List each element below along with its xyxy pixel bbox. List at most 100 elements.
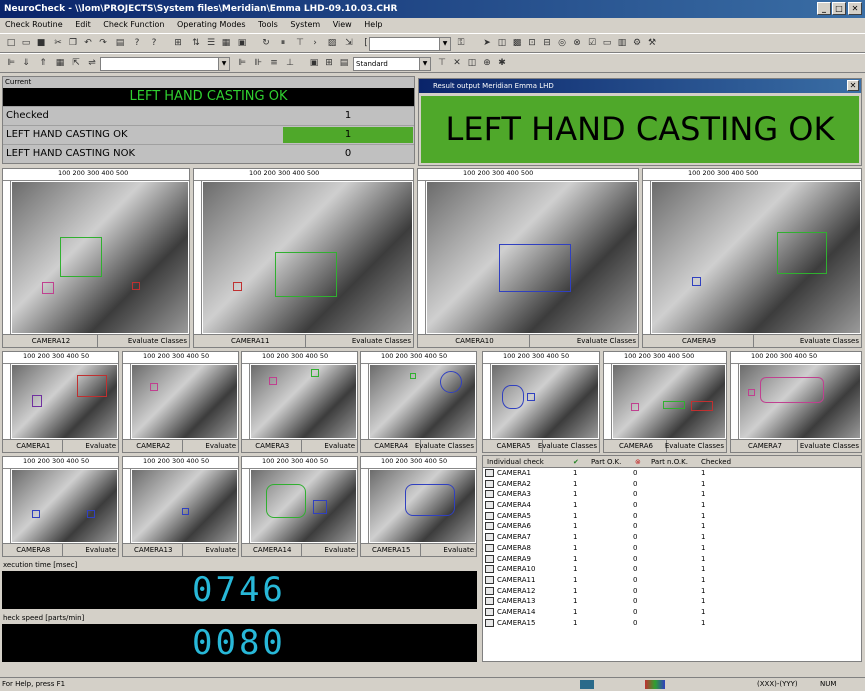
table-row[interactable]: CAMERA2 1 0 1	[483, 479, 861, 490]
col-part-ok[interactable]: Part O.K.	[591, 456, 621, 468]
camera-view[interactable]: 100 200 300 400 500 CAMERA10 Evaluate Cla…	[417, 168, 639, 348]
move-up-icon[interactable]: ⇑	[37, 57, 49, 69]
check-icon[interactable]: ☑	[586, 37, 598, 49]
chart-icon[interactable]: ▥	[616, 37, 628, 49]
pointer-icon[interactable]: ›	[309, 37, 321, 49]
new-icon[interactable]: □	[5, 37, 17, 49]
table-row[interactable]: CAMERA1 1 0 1	[483, 468, 861, 479]
table-row[interactable]: CAMERA9 1 0 1	[483, 554, 861, 565]
camera-view[interactable]: 100 200 300 400 50 CAMERA15 Evaluate	[360, 456, 477, 557]
camera-view[interactable]: 100 200 300 400 50 CAMERA4 Evaluate Class…	[360, 351, 477, 453]
table-row[interactable]: CAMERA6 1 0 1	[483, 521, 861, 532]
distribute-icon[interactable]: ⊪	[252, 57, 264, 69]
copy-icon[interactable]: ❐	[67, 37, 79, 49]
debug-icon[interactable]: ✱	[496, 57, 508, 69]
col-checked[interactable]: Checked	[701, 456, 731, 468]
grid-snap-icon[interactable]: ▦	[54, 57, 66, 69]
menu-view[interactable]: View	[328, 20, 357, 29]
pause-icon[interactable]: ⏸	[277, 37, 289, 49]
layer-icon[interactable]: ▣	[308, 57, 320, 69]
function-combo[interactable]: ▼	[369, 37, 451, 51]
arrow-cursor-icon[interactable]: ➤	[481, 37, 493, 49]
menu-check-function[interactable]: Check Function	[98, 20, 169, 29]
print-icon[interactable]: ▤	[114, 37, 126, 49]
camera-image[interactable]	[132, 365, 237, 438]
camera-image[interactable]	[12, 182, 188, 333]
stop-icon[interactable]: ⊗	[571, 37, 583, 49]
camera-view[interactable]: 100 200 300 400 500 CAMERA11 Evaluate Cla…	[193, 168, 414, 348]
menu-operating-modes[interactable]: Operating Modes	[172, 20, 251, 29]
table-row[interactable]: CAMERA10 1 0 1	[483, 564, 861, 575]
camera-config-icon[interactable]: ◫	[466, 57, 478, 69]
menu-check-routine[interactable]: Check Routine	[0, 20, 68, 29]
zoom-icon[interactable]: ⊡	[526, 37, 538, 49]
maximize-button[interactable]: □	[832, 2, 846, 15]
table-row[interactable]: CAMERA3 1 0 1	[483, 489, 861, 500]
align-icon[interactable]: ⊫	[236, 57, 248, 69]
camera-view[interactable]: 100 200 300 400 500 CAMERA9 Evaluate Clas…	[642, 168, 862, 348]
table-row[interactable]: CAMERA12 1 0 1	[483, 586, 861, 597]
camera-image[interactable]	[370, 470, 475, 542]
camera-view[interactable]: 100 200 300 400 500 CAMERA12 Evaluate Cla…	[2, 168, 190, 348]
spacing-icon[interactable]: ≡	[268, 57, 280, 69]
resize-icon[interactable]: ⇱	[70, 57, 82, 69]
save-icon[interactable]: ■	[35, 37, 47, 49]
camera-view[interactable]: 100 200 300 400 50 CAMERA3 Evaluate	[241, 351, 358, 453]
style-combo[interactable]: Standard ▼	[353, 57, 431, 71]
table-row[interactable]: CAMERA13 1 0 1	[483, 596, 861, 607]
camera-view[interactable]: 100 200 300 400 50 CAMERA1 Evaluate	[2, 351, 119, 453]
open-icon[interactable]: ▭	[20, 37, 32, 49]
chevron-down-icon[interactable]: ▼	[419, 58, 430, 70]
list-icon[interactable]: ☰	[205, 37, 217, 49]
camera-view[interactable]: 100 200 300 400 50 CAMERA14 Evaluate	[241, 456, 358, 557]
tools-icon[interactable]: ⚒	[646, 37, 658, 49]
camera-image[interactable]	[132, 470, 237, 542]
camera-view[interactable]: 100 200 300 400 50 CAMERA8 Evaluate	[2, 456, 119, 557]
menu-edit[interactable]: Edit	[70, 20, 96, 29]
camera-image[interactable]	[613, 365, 725, 438]
tree-icon[interactable]: ⊤	[294, 37, 306, 49]
col-individual-check[interactable]: Individual check	[487, 456, 544, 468]
cut-icon[interactable]: ✂	[52, 37, 64, 49]
camera-image[interactable]	[12, 470, 117, 542]
image-icon[interactable]: ▩	[511, 37, 523, 49]
size-icon[interactable]: ⊥	[284, 57, 296, 69]
refresh-icon[interactable]: ↻	[260, 37, 272, 49]
sort-icon[interactable]: ⇅	[190, 37, 202, 49]
table-row[interactable]: CAMERA11 1 0 1	[483, 575, 861, 586]
camera-image[interactable]	[492, 365, 598, 438]
window-icon[interactable]: ▣	[236, 37, 248, 49]
camera-image[interactable]	[12, 365, 117, 438]
menu-tools[interactable]: Tools	[253, 20, 283, 29]
camera-view[interactable]: 100 200 300 400 500 CAMERA6 Evaluate Clas…	[603, 351, 727, 453]
table-row[interactable]: CAMERA15 1 0 1	[483, 618, 861, 629]
camera-image[interactable]	[203, 182, 412, 333]
table-row[interactable]: CAMERA5 1 0 1	[483, 511, 861, 522]
result-close-button[interactable]: ✕	[847, 80, 859, 91]
grid-icon[interactable]: ▦	[220, 37, 232, 49]
camera-view[interactable]: 100 200 300 400 50 CAMERA2 Evaluate	[122, 351, 239, 453]
align-left-icon[interactable]: ⊫	[5, 57, 17, 69]
col-part-nok[interactable]: Part n.O.K.	[651, 456, 688, 468]
camera-image[interactable]	[251, 365, 356, 438]
export-icon[interactable]: ⇲	[343, 37, 355, 49]
camera-view[interactable]: 100 200 300 400 50 CAMERA13 Evaluate	[122, 456, 239, 557]
cross-icon[interactable]: ✕	[451, 57, 463, 69]
menu-system[interactable]: System	[285, 20, 325, 29]
paste-icon[interactable]: ▨	[326, 37, 338, 49]
zoom-out-icon[interactable]: ⊟	[541, 37, 553, 49]
settings-icon[interactable]: ⚙	[631, 37, 643, 49]
chevron-down-icon[interactable]: ▼	[439, 38, 450, 50]
camera-image[interactable]	[251, 470, 356, 542]
minimize-button[interactable]: _	[817, 2, 831, 15]
camera-image[interactable]	[370, 365, 475, 438]
table-row[interactable]: CAMERA4 1 0 1	[483, 500, 861, 511]
lock-icon[interactable]: ⚿	[455, 37, 467, 49]
move-down-icon[interactable]: ⇓	[20, 57, 32, 69]
redo-icon[interactable]: ↷	[97, 37, 109, 49]
camera-image[interactable]	[427, 182, 637, 333]
table-row[interactable]: CAMERA7 1 0 1	[483, 532, 861, 543]
context-help-icon[interactable]: ?	[148, 37, 160, 49]
layout-icon[interactable]: ⇌	[86, 57, 98, 69]
link-icon[interactable]: ⊕	[481, 57, 493, 69]
